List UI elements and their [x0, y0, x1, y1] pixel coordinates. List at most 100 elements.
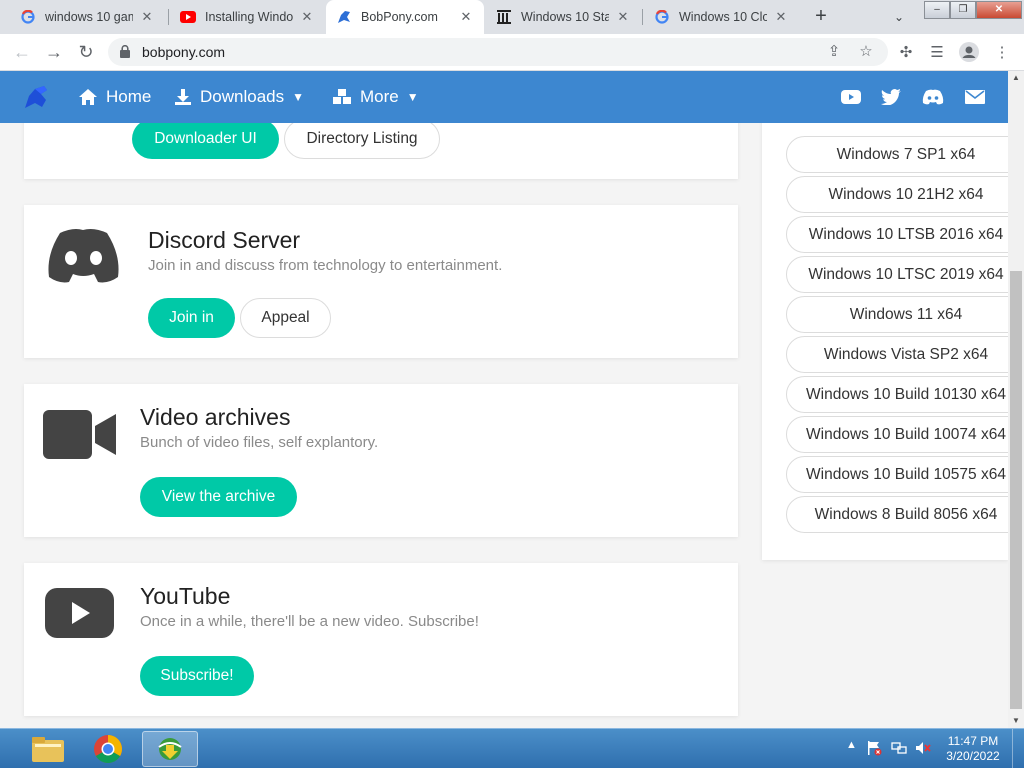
media-queue-icon[interactable]: ☰	[926, 42, 948, 64]
page-viewport: Home Downloads ▼ More ▼ Downloader UI Di…	[0, 71, 1008, 728]
sidebar-iso-item[interactable]: Windows 10 Build 10074 x64	[786, 416, 1008, 453]
discord-icon	[48, 229, 119, 283]
idm-taskbar-button[interactable]	[142, 731, 198, 767]
nav-downloads-label: Downloads	[200, 87, 285, 106]
reload-icon[interactable]: ↻	[74, 40, 98, 64]
appeal-button[interactable]: Appeal	[240, 298, 331, 338]
sidebar-iso-item[interactable]: Windows 7 SP1 x64	[786, 136, 1008, 173]
download-icon	[175, 89, 191, 105]
show-desktop-button[interactable]	[1012, 729, 1024, 768]
profile-avatar-icon[interactable]	[958, 42, 980, 64]
windows-iso-sidebar: Windows 7 SP1 x64 Windows 10 21H2 x64 Wind…	[762, 71, 1008, 560]
discord-card-description: Join in and discuss from technology to e…	[148, 257, 503, 274]
url-text: bobpony.com	[142, 44, 226, 60]
close-icon[interactable]: ✕	[139, 9, 155, 25]
discord-card-title: Discord Server	[148, 227, 301, 253]
video-archives-card: Video archives Bunch of video files, sel…	[24, 384, 738, 537]
sidebar-iso-item[interactable]: Windows 10 21H2 x64	[786, 176, 1008, 213]
youtube-social-icon[interactable]	[840, 86, 862, 108]
clock-time: 11:47 PM	[947, 734, 999, 748]
browser-toolbar: ← → ↻ bobpony.com ⇪ ☆ ✣ ☰ ⋮	[0, 34, 1024, 71]
sidebar-iso-item[interactable]: Windows 10 Build 10130 x64	[786, 376, 1008, 413]
scroll-down-arrow-icon[interactable]: ▼	[1008, 714, 1024, 728]
folder-icon	[32, 737, 64, 762]
scroll-thumb[interactable]	[1010, 271, 1022, 709]
tab-search-chevron-icon[interactable]: ⌄	[887, 6, 911, 28]
close-icon[interactable]: ✕	[773, 9, 789, 25]
sidebar-iso-item[interactable]: Windows 8 Build 8056 x64	[786, 496, 1008, 533]
bookmark-star-icon[interactable]: ☆	[856, 42, 876, 62]
close-window-button[interactable]: ✕	[976, 1, 1022, 19]
tab-title: Windows 10 Clou	[679, 10, 767, 24]
tab-separator	[168, 9, 169, 25]
sidebar-iso-item[interactable]: Windows 10 Build 10575 x64	[786, 456, 1008, 493]
bobpony-logo-icon[interactable]	[22, 83, 50, 111]
forward-arrow-icon[interactable]: →	[42, 40, 66, 64]
taskbar-clock[interactable]: 11:47 PM 3/20/2022	[938, 734, 1008, 764]
sidebar-iso-item[interactable]: Windows 10 LTSB 2016 x64	[786, 216, 1008, 253]
tab-title: Windows 10 Start	[521, 10, 609, 24]
chrome-icon	[94, 735, 122, 763]
nav-home[interactable]: Home	[78, 71, 151, 123]
tab-installing-windows[interactable]: Installing Window ✕	[170, 0, 325, 34]
close-icon[interactable]: ✕	[615, 9, 631, 25]
site-navbar: Home Downloads ▼ More ▼	[0, 71, 1008, 123]
extensions-puzzle-icon[interactable]: ✣	[895, 42, 917, 64]
minimize-button[interactable]: –	[924, 1, 950, 19]
tab-title: windows 10 game	[45, 10, 133, 24]
tab-title: Installing Window	[205, 10, 293, 24]
back-arrow-icon[interactable]: ←	[10, 40, 34, 64]
tab-windows-10-cloud[interactable]: Windows 10 Clou ✕	[644, 0, 799, 34]
share-icon[interactable]: ⇪	[824, 42, 844, 62]
email-social-icon[interactable]	[964, 86, 986, 108]
sidebar-iso-item[interactable]: Windows 11 x64	[786, 296, 1008, 333]
page-scrollbar[interactable]: ▲ ▼	[1008, 71, 1024, 728]
address-bar[interactable]: bobpony.com ⇪ ☆	[108, 38, 888, 66]
chevron-down-icon: ▼	[292, 90, 304, 104]
tray-expand-arrow-icon[interactable]: ▲	[846, 739, 857, 751]
network-icon[interactable]	[891, 740, 907, 759]
nav-more-label: More	[360, 87, 399, 106]
nav-more[interactable]: More ▼	[332, 71, 419, 123]
sidebar-iso-item[interactable]: Windows Vista SP2 x64	[786, 336, 1008, 373]
youtube-card-title: YouTube	[140, 583, 231, 609]
sidebar-iso-item[interactable]: Windows 10 LTSC 2019 x64	[786, 256, 1008, 293]
home-icon	[79, 89, 97, 105]
restore-button[interactable]: ❐	[950, 1, 976, 19]
volume-muted-icon[interactable]	[915, 740, 931, 759]
downloader-ui-button[interactable]: Downloader UI	[132, 119, 279, 159]
nav-home-label: Home	[106, 87, 152, 106]
video-camera-icon	[43, 410, 116, 459]
file-explorer-taskbar-button[interactable]	[20, 731, 76, 767]
close-icon[interactable]: ✕	[299, 9, 315, 25]
nav-downloads[interactable]: Downloads ▼	[174, 71, 304, 123]
tab-windows-10-start[interactable]: Windows 10 Start ✕	[486, 0, 641, 34]
archive-icon	[496, 9, 512, 25]
tab-title: BobPony.com	[361, 10, 438, 24]
subscribe-button[interactable]: Subscribe!	[140, 656, 254, 696]
chevron-down-icon: ▼	[406, 90, 419, 104]
scroll-up-arrow-icon[interactable]: ▲	[1008, 71, 1024, 85]
cubes-icon	[333, 89, 351, 104]
tab-separator	[642, 9, 643, 25]
join-in-button[interactable]: Join in	[148, 298, 235, 338]
chrome-taskbar-button[interactable]	[80, 731, 136, 767]
discord-social-icon[interactable]	[922, 86, 944, 108]
tab-bobpony[interactable]: BobPony.com ✕	[326, 0, 484, 34]
youtube-card-description: Once in a while, there'll be a new video…	[140, 613, 479, 630]
windows-taskbar: ▲ 11:47 PM 3/20/2022	[0, 728, 1024, 768]
youtube-card: YouTube Once in a while, there'll be a n…	[24, 563, 738, 716]
download-manager-icon	[158, 738, 182, 760]
youtube-play-icon	[45, 588, 114, 638]
video-card-description: Bunch of video files, self explantory.	[140, 434, 379, 451]
tab-windows-10-game[interactable]: windows 10 game ✕	[10, 0, 165, 34]
new-tab-button[interactable]: +	[808, 5, 834, 29]
twitter-social-icon[interactable]	[880, 86, 902, 108]
lock-icon[interactable]	[120, 45, 130, 58]
view-archive-button[interactable]: View the archive	[140, 477, 297, 517]
directory-listing-button[interactable]: Directory Listing	[284, 119, 440, 159]
browser-menu-icon[interactable]: ⋮	[991, 42, 1013, 64]
action-center-flag-icon[interactable]	[866, 740, 882, 759]
clock-date: 3/20/2022	[946, 749, 1000, 763]
close-icon[interactable]: ✕	[458, 9, 474, 25]
